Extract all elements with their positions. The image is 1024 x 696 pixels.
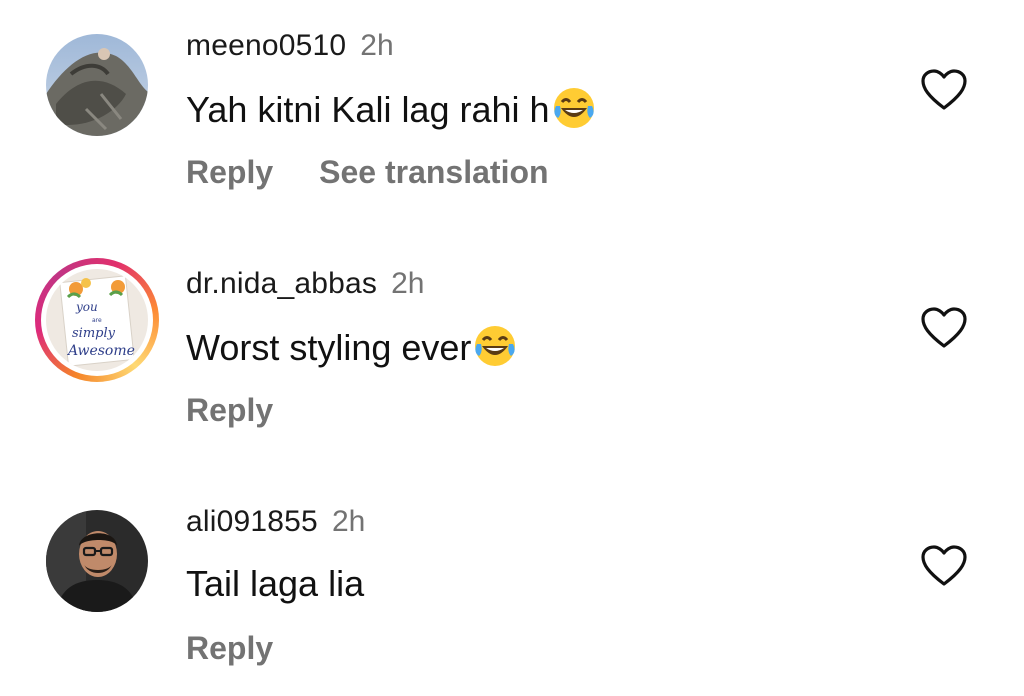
avatar[interactable] <box>46 34 148 136</box>
timestamp: 2h <box>331 505 366 538</box>
avatar-image: you are simply Awesome <box>46 269 148 371</box>
comment-meta: ali091855 2h <box>186 504 365 540</box>
comment-body: Worst styling ever <box>186 327 472 368</box>
comment-text: Tail laga lia <box>186 562 364 606</box>
username[interactable]: meeno0510 <box>186 29 346 62</box>
comment-text: Worst styling ever <box>186 324 517 370</box>
avatar-with-story-ring[interactable]: you are simply Awesome <box>35 258 159 382</box>
reply-button[interactable]: Reply <box>186 392 273 428</box>
comment-actions: Reply <box>186 390 273 430</box>
comment-item: you are simply Awesome dr.nida_abbas 2h W… <box>0 238 1024 458</box>
avatar-text: simply <box>72 326 116 341</box>
comment-item: ali091855 2h Tail laga lia Reply <box>0 476 1024 696</box>
avatar[interactable] <box>46 510 148 612</box>
comment-meta: meeno0510 2h <box>186 28 394 64</box>
avatar-text: you <box>75 300 98 314</box>
comment-actions: Reply See translation <box>186 152 549 192</box>
timestamp: 2h <box>360 29 394 62</box>
reply-button[interactable]: Reply <box>186 630 273 666</box>
avatar-text: Awesome <box>66 343 135 359</box>
heart-outline-icon[interactable] <box>920 68 968 112</box>
username[interactable]: dr.nida_abbas <box>186 267 377 300</box>
comment-actions: Reply <box>186 628 273 668</box>
comment-body: Tail laga lia <box>186 563 365 604</box>
heart-outline-icon[interactable] <box>920 544 968 588</box>
username[interactable]: ali091855 <box>186 505 318 538</box>
comment-body: Yah kitni Kali lag rahi h <box>186 89 550 130</box>
reply-button[interactable]: Reply <box>186 154 273 190</box>
laughing-emoji-icon <box>553 88 594 128</box>
see-translation-button[interactable]: See translation <box>319 154 548 190</box>
timestamp: 2h <box>391 267 425 300</box>
avatar-text: are <box>92 317 102 324</box>
comment-item: meeno0510 2h Yah kitni Kali lag rahi h Re… <box>0 0 1024 220</box>
comment-text: Yah kitni Kali lag rahi h <box>186 86 596 132</box>
story-ring-inner: you are simply Awesome <box>41 264 153 376</box>
laughing-emoji-icon <box>475 326 516 366</box>
heart-outline-icon[interactable] <box>920 306 968 350</box>
comment-meta: dr.nida_abbas 2h <box>186 266 424 302</box>
